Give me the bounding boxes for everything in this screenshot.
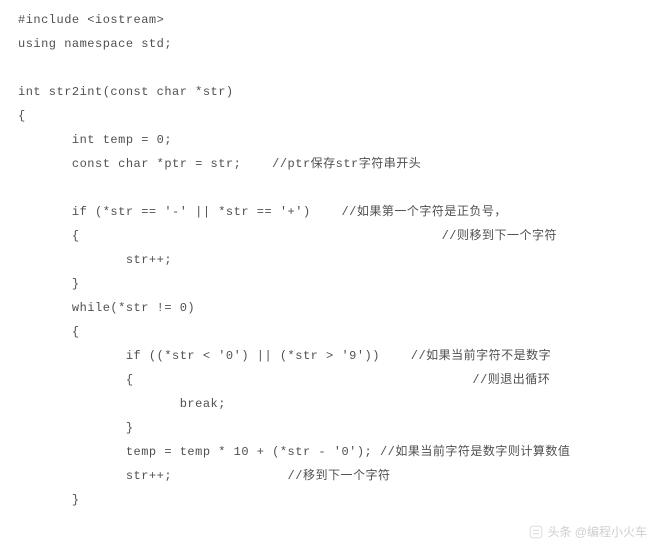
code-block: #include <iostream> using namespace std;… [0,0,657,512]
watermark-text: 头条 @编程小火车 [547,523,647,540]
toutiao-icon [529,525,543,539]
watermark: 头条 @编程小火车 [529,523,647,540]
